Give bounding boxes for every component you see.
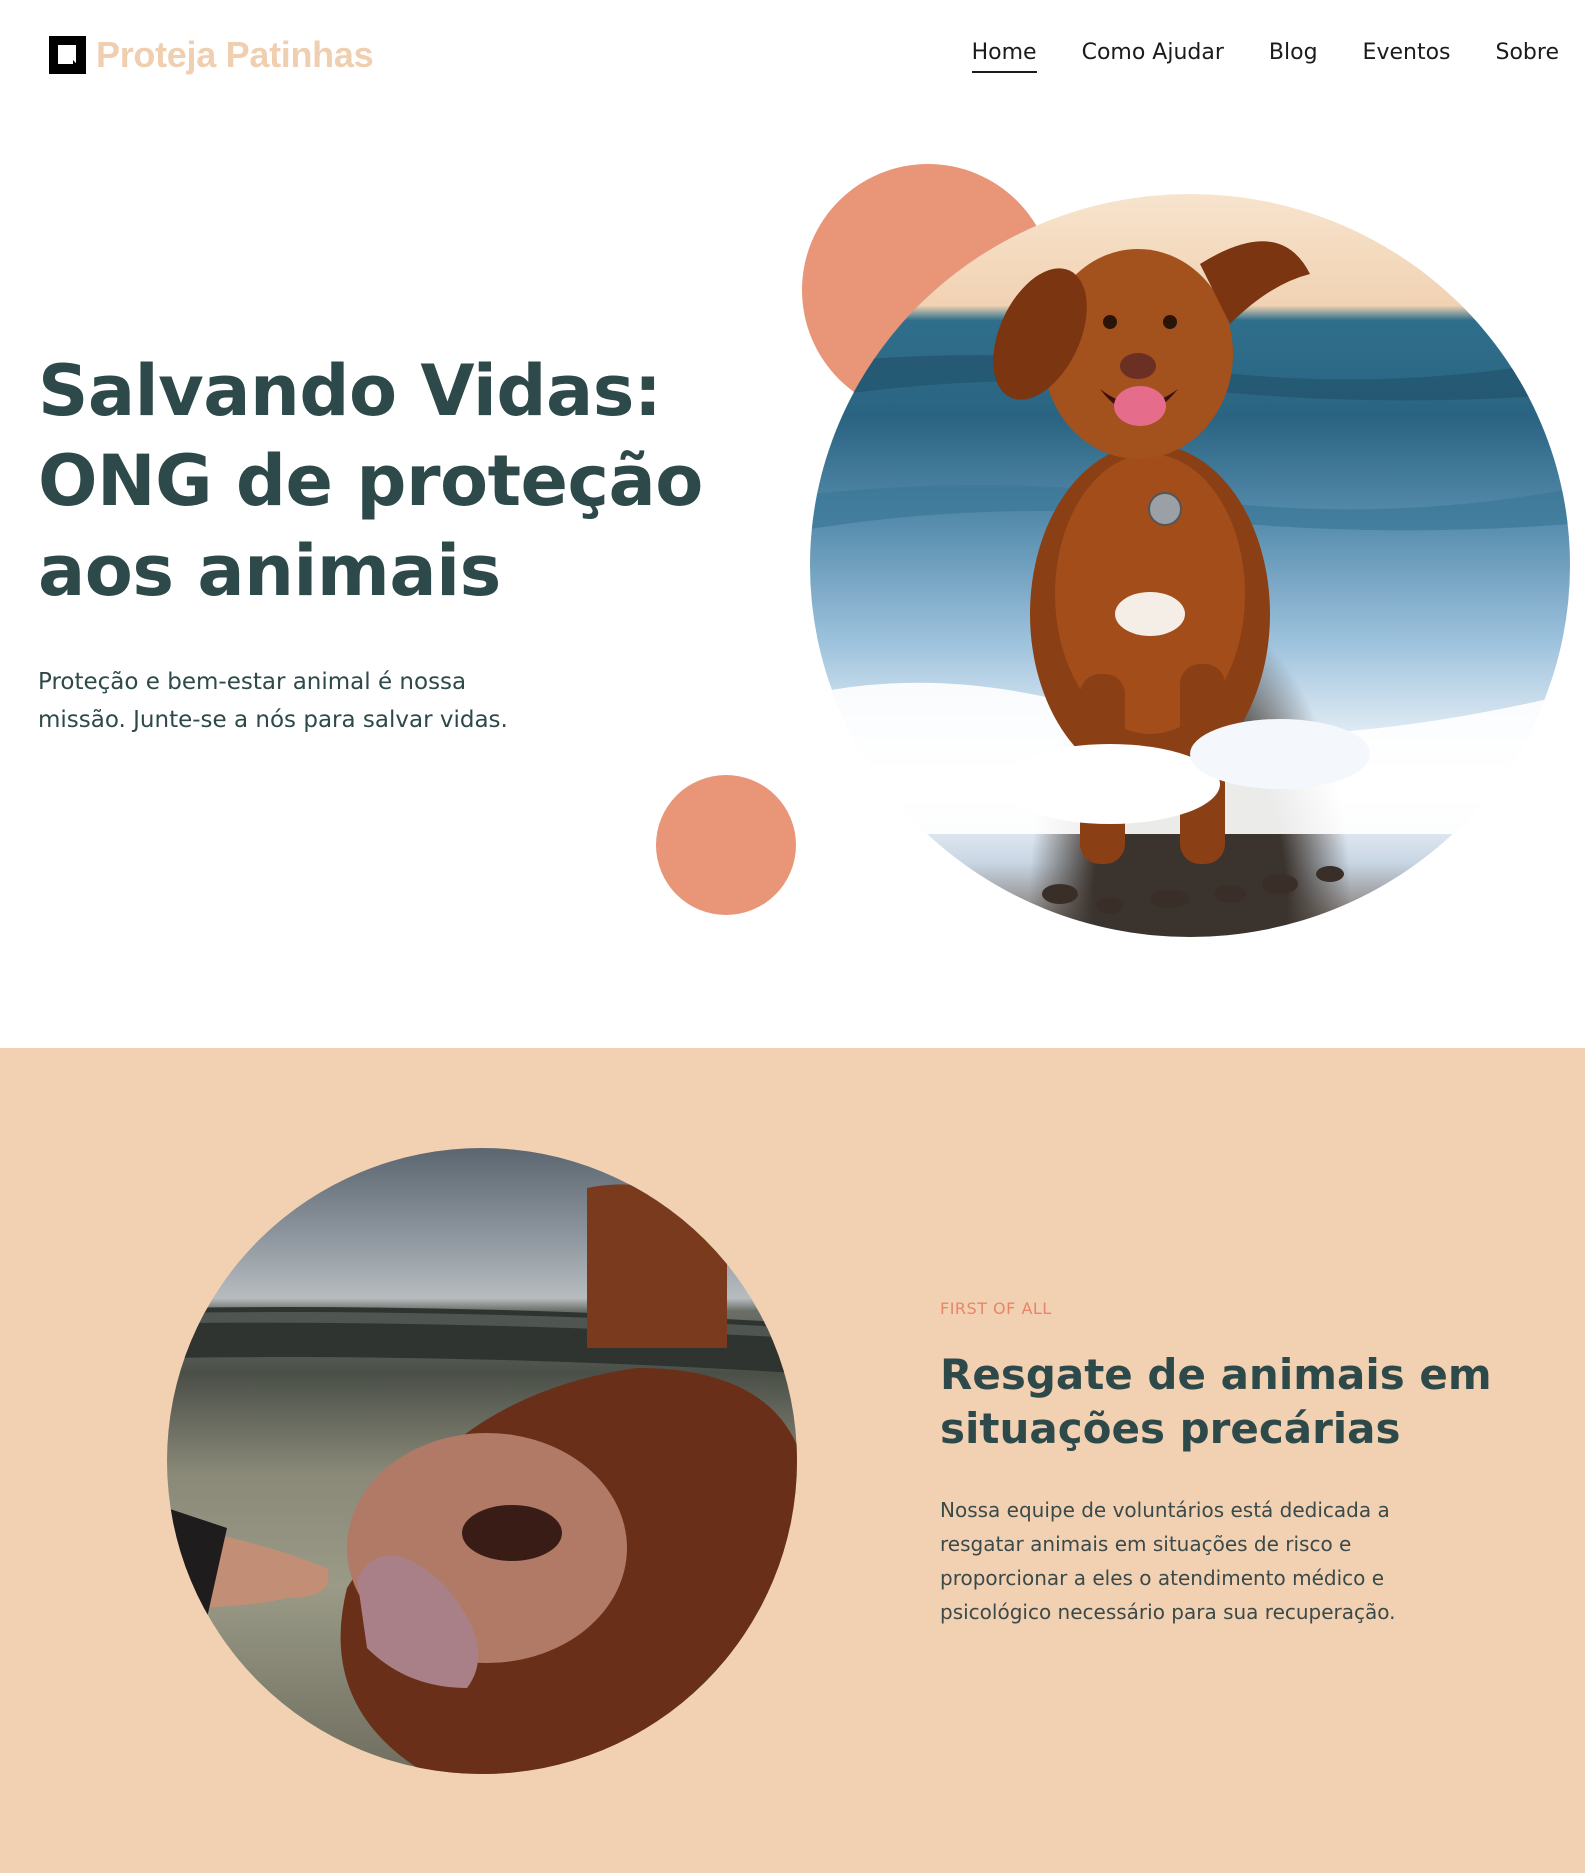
rescue-section: FIRST OF ALL Resgate de animais em situa… xyxy=(0,1048,1585,1873)
decorative-circle-small xyxy=(656,775,796,915)
nav-link-sobre[interactable]: Sobre xyxy=(1496,40,1560,73)
site-logo[interactable]: Proteja Patinhas xyxy=(49,34,374,76)
nav-link-como-ajudar[interactable]: Como Ajudar xyxy=(1082,40,1224,73)
hero-title: Salvando Vidas: ONG de proteção aos anim… xyxy=(38,346,718,616)
nav-link-home[interactable]: Home xyxy=(971,40,1037,73)
hero-title-line: Salvando Vidas: xyxy=(38,350,662,432)
logo-text: Proteja Patinhas xyxy=(96,34,374,75)
section-title: Resgate de animais em situações precária… xyxy=(940,1350,1492,1453)
section-eyebrow: FIRST OF ALL xyxy=(940,1299,1052,1318)
nav-link-blog[interactable]: Blog xyxy=(1269,40,1318,73)
dog-photo xyxy=(810,194,1570,937)
hero-subtitle: Proteção e bem-estar animal é nossa miss… xyxy=(38,669,508,733)
section-body: Nossa equipe de voluntários está dedicad… xyxy=(940,1498,1396,1624)
hero-title-line: aos animais xyxy=(38,530,501,612)
nav-link-eventos[interactable]: Eventos xyxy=(1363,40,1451,73)
main-nav: Home Como Ajudar Blog Eventos Sobre xyxy=(971,40,1560,73)
logo-mark-icon xyxy=(49,36,86,74)
hero-title-line: ONG de proteção xyxy=(38,440,703,522)
site-header: Proteja Patinhas Home Como Ajudar Blog E… xyxy=(0,0,1585,110)
cow-photo xyxy=(167,1148,797,1774)
